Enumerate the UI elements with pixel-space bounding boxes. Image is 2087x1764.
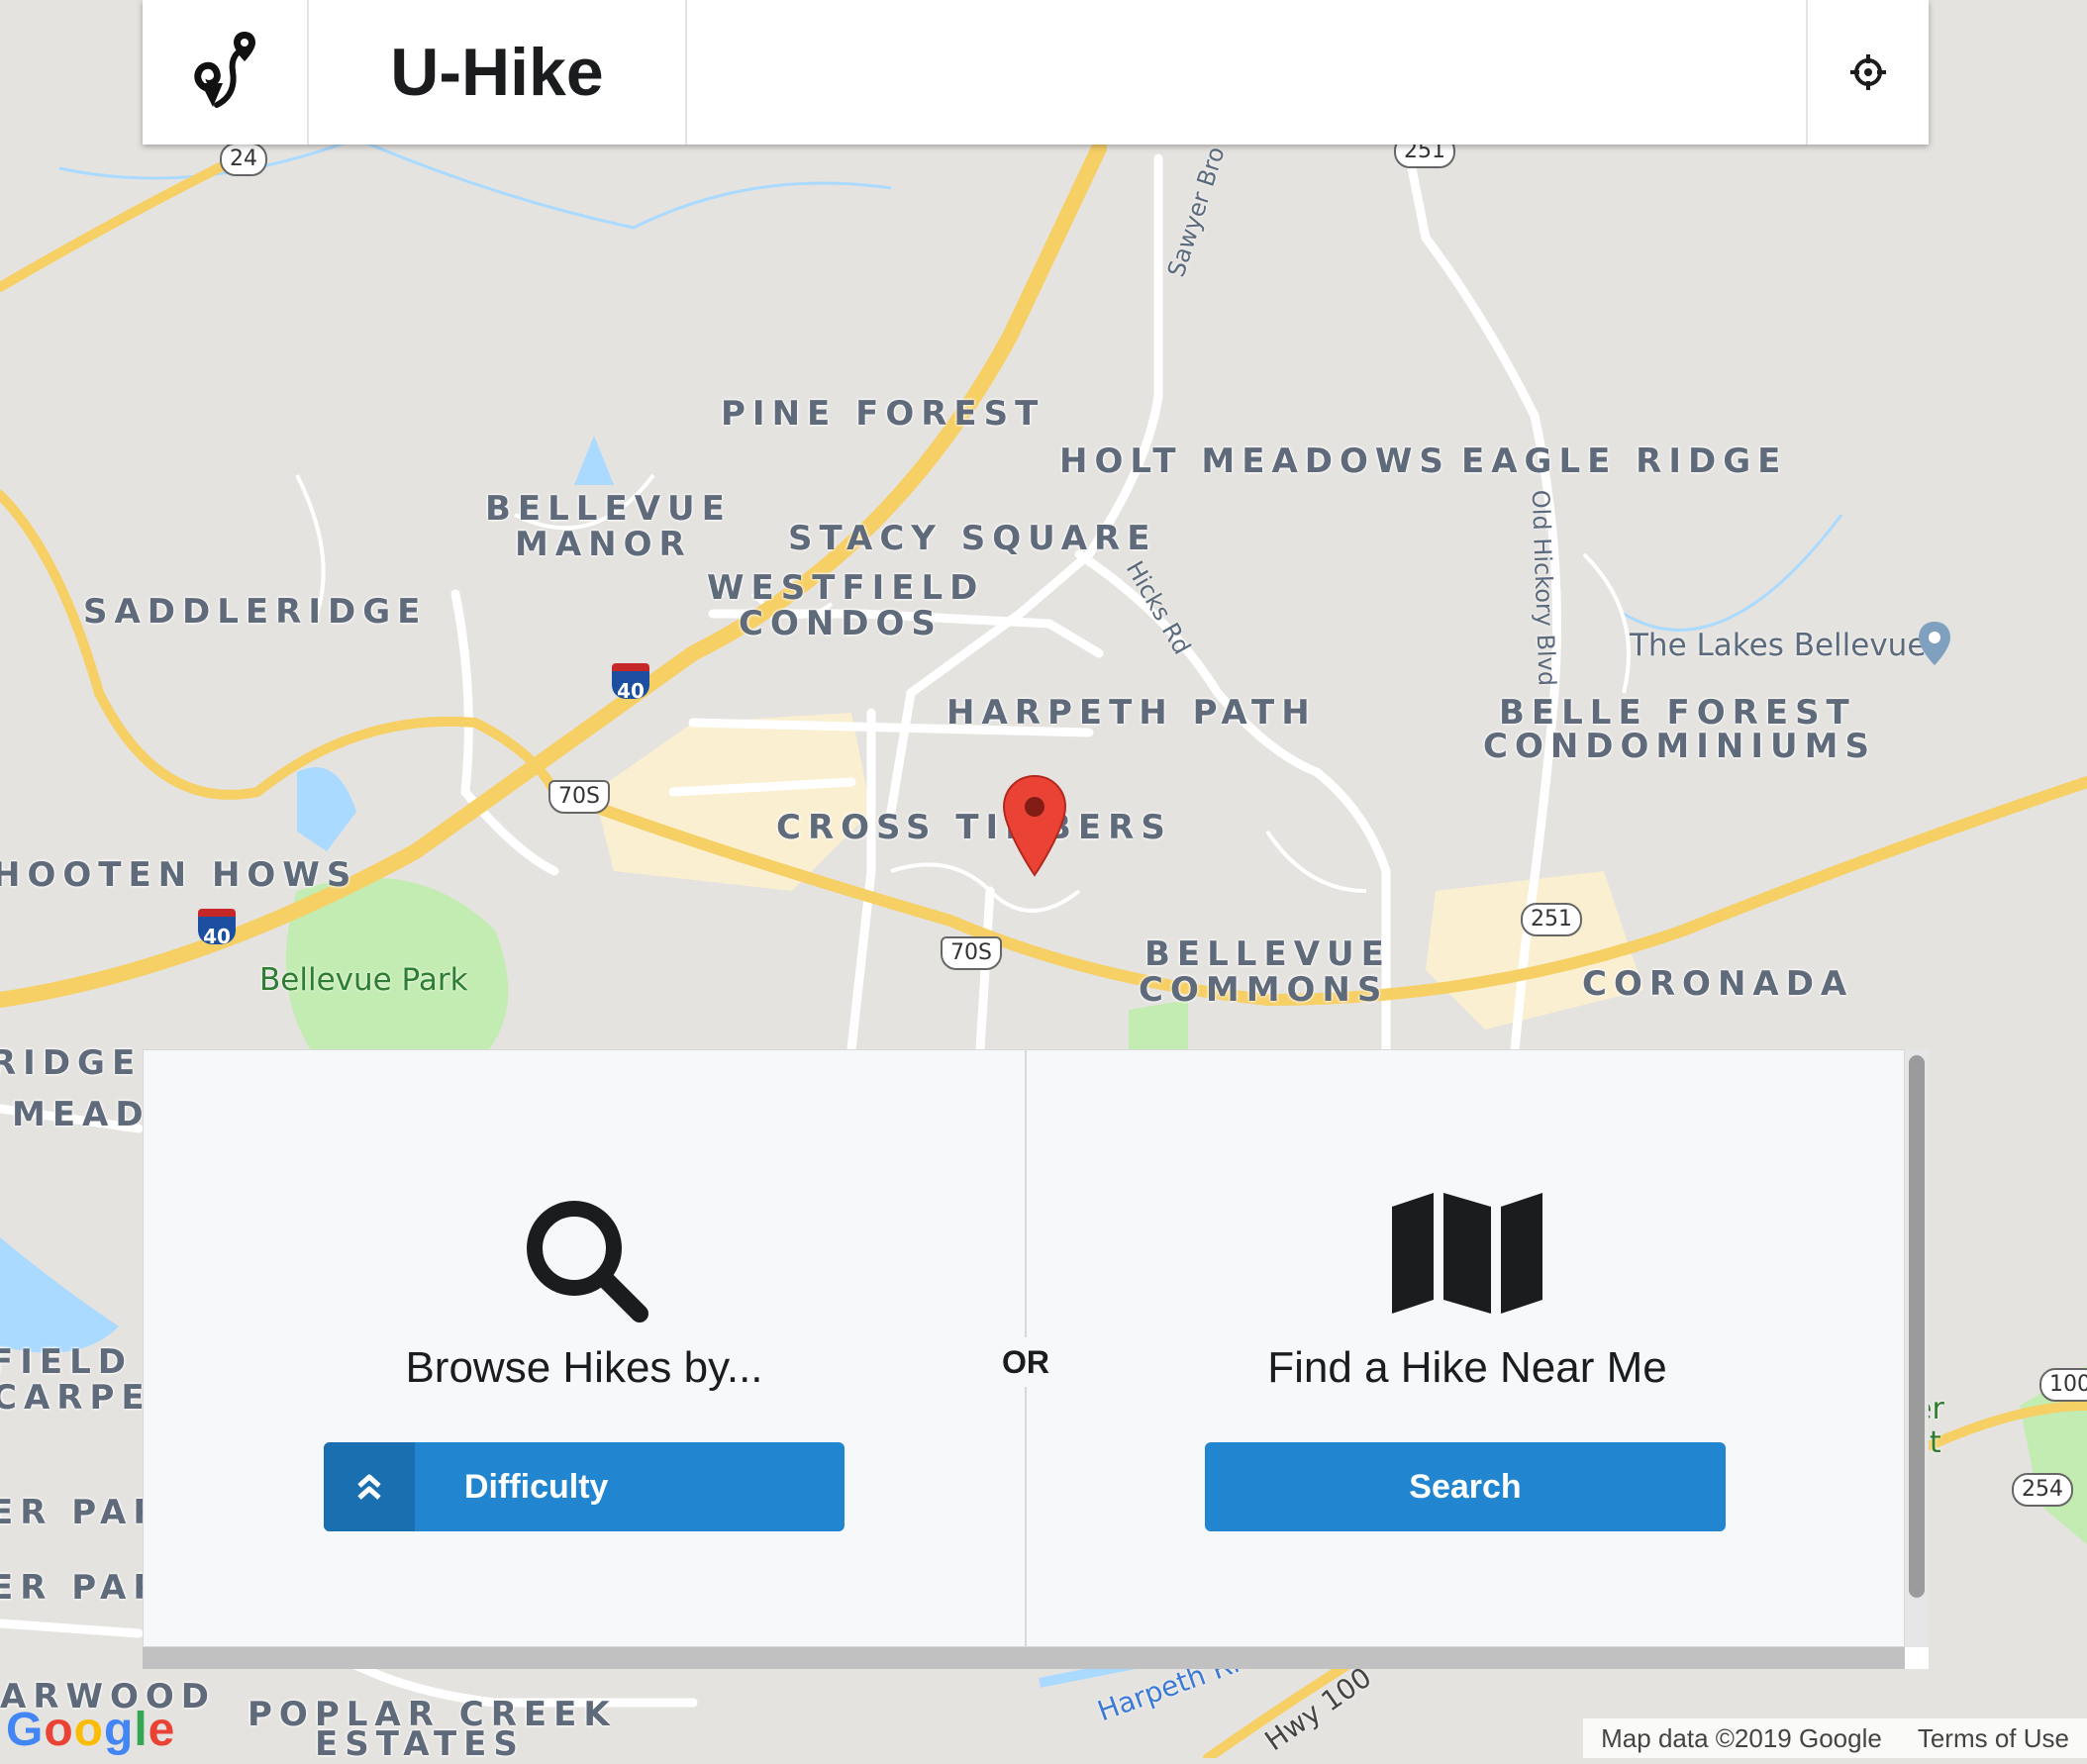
map-label-bellevue-commons-1: Bellevue [1144,934,1391,974]
map-label-bellevue-manor-1: Bellevue [485,489,732,529]
shield-i40: 40 [612,663,649,703]
near-me-heading: Find a Hike Near Me [1267,1343,1667,1392]
search-button-label: Search [1409,1467,1522,1506]
map-label-coronada: Coronada [1582,964,1854,1004]
logo-icon [194,32,255,108]
map-data-text: Map data ©2019 Google [1601,1723,1882,1753]
map-label-pine-forest: Pine Forest [721,394,1045,434]
map-attribution: Map data ©2019 Google Terms of Use [1583,1718,2087,1758]
poi-pin-icon [1915,620,1954,671]
map-label-westfield-2: Condos [739,604,943,643]
vertical-scrollbar-thumb[interactable] [1909,1055,1925,1598]
shield-24: 24 [220,143,267,176]
app-title-cell[interactable]: U-Hike [309,0,687,145]
map-label-hooten-hows: Hooten Hows [0,855,358,895]
app-title: U-Hike [390,35,604,110]
browse-heading: Browse Hikes by... [405,1343,763,1392]
map-label-holt-meadows: Holt Meadows [1059,441,1450,481]
horizontal-scrollbar[interactable] [143,1647,1905,1669]
map-label-ridge-edge: Ridge [0,1043,143,1083]
map-label-harpeth-path: Harpeth Path [946,693,1317,733]
map-label-bellevue-commons-2: Commons [1139,970,1389,1010]
poi-lakes-bellevue: The Lakes Bellevue [1630,628,1927,663]
poi-bellevue-park: Bellevue Park [259,962,468,998]
shield-70s-south: 70S [941,936,1002,970]
difficulty-button-label: Difficulty [464,1467,609,1506]
map-label-bellevue-manor-2: Manor [515,525,692,564]
search-icon [527,1201,648,1323]
scrollbar-corner [1905,1647,1929,1669]
crosshairs-icon [1850,54,1886,90]
map-label-westfield-1: Westfield [707,568,985,608]
menu-spacer [687,0,1806,145]
hike-options-panel: Browse Hikes by... Difficulty OR Find a … [143,1049,1929,1669]
logo-button[interactable] [143,0,309,145]
shield-i40-west: 40 [198,909,236,948]
vertical-scrollbar[interactable] [1905,1049,1929,1647]
map-label-eagle-ridge: Eagle Ridge [1461,441,1788,481]
terms-of-use-link[interactable]: Terms of Use [1900,1718,2087,1758]
shield-70s: 70S [548,780,610,814]
location-marker-icon[interactable] [1002,774,1067,881]
map-label-belle-forest-2: Condominiums [1483,727,1876,766]
map-label-stacy-square: Stacy Square [788,519,1157,558]
shield-254: 254 [2012,1473,2073,1507]
near-me-column: Find a Hike Near Me Search [1027,1050,1908,1648]
top-menu-bar: U-Hike [143,0,1929,145]
search-button[interactable]: Search [1205,1442,1726,1531]
map-icon [1392,1193,1542,1314]
map-label-belle-forest-1: Belle Forest [1499,693,1856,733]
map-label-poplar-creek-2: Estates [315,1724,525,1764]
map-label-cross-timbers: Cross Timbers [776,808,1172,847]
google-logo: Google [6,1704,176,1756]
map-label-par-edge-1: Er Par [0,1493,166,1532]
locate-me-button[interactable] [1806,0,1929,145]
map-label-saddleridge: Saddleridge [83,592,428,632]
browse-column: Browse Hikes by... Difficulty [144,1050,1025,1648]
shield-251: 251 [1521,903,1582,936]
map-label-par-edge-2: Er Par [0,1568,166,1608]
double-chevron-up-icon [324,1442,415,1531]
shield-100: 100 [2039,1368,2087,1402]
panel-segment: Browse Hikes by... Difficulty OR Find a … [143,1049,1908,1648]
difficulty-button[interactable]: Difficulty [324,1442,845,1531]
